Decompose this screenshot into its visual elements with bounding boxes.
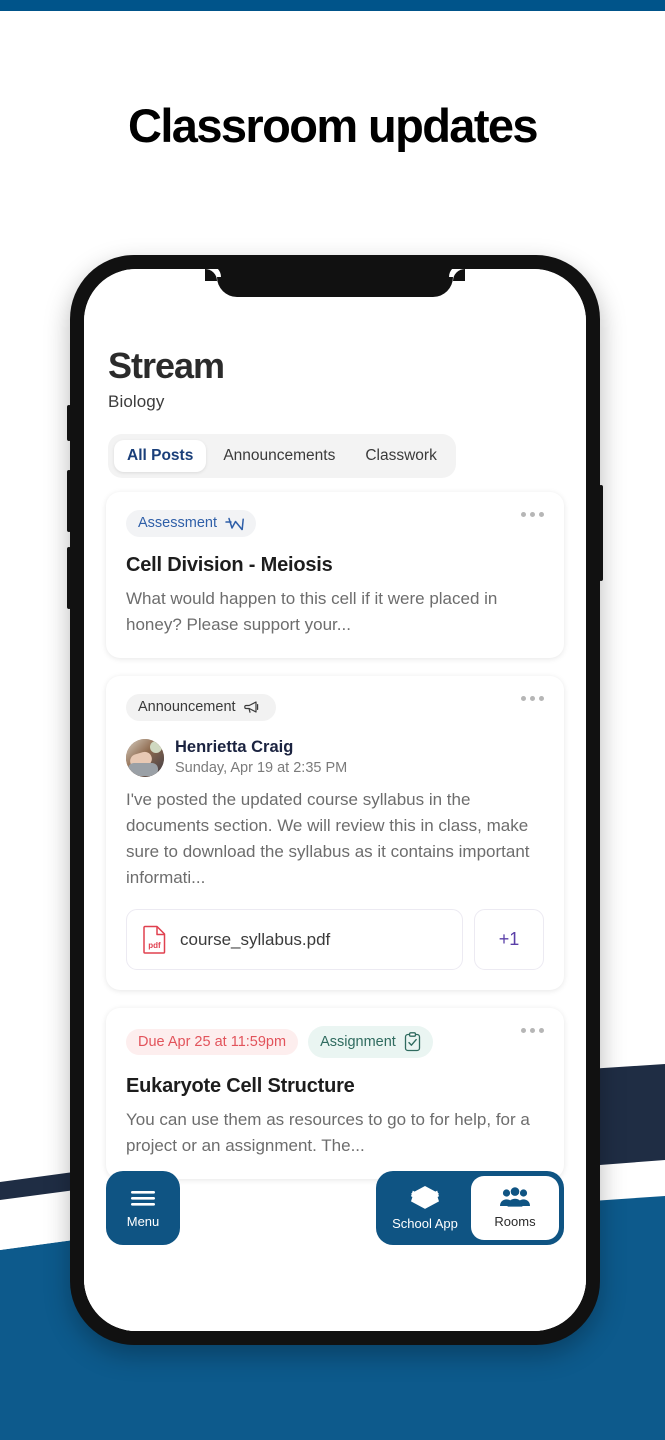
post-body: You can use them as resources to go to f… — [126, 1110, 530, 1155]
phone-silence-switch — [67, 405, 71, 441]
nav-label-school-app: School App — [392, 1216, 458, 1231]
nav-item-school-app[interactable]: School App — [381, 1176, 469, 1240]
post-body: What would happen to this cell if it wer… — [126, 589, 498, 634]
badge-label: Announcement — [138, 699, 236, 716]
attachment-filename: course_syllabus.pdf — [180, 929, 331, 949]
trend-chart-icon — [225, 516, 244, 531]
post-timestamp: Sunday, Apr 19 at 2:35 PM — [175, 760, 348, 776]
badge-assignment: Assignment — [308, 1026, 433, 1058]
tab-announcements[interactable]: Announcements — [210, 440, 348, 472]
phone-mockup: Stream Biology All Posts Announcements C… — [67, 255, 603, 1345]
badge-label: Assignment — [320, 1033, 396, 1050]
post-card-announcement[interactable]: Announcement Henrietta Craig Sunday, Apr… — [106, 676, 564, 990]
course-name: Biology — [108, 392, 165, 411]
avatar — [126, 738, 164, 777]
phone-volume-down-button — [67, 547, 71, 609]
clipboard-check-icon — [404, 1032, 421, 1052]
badge-announcement: Announcement — [126, 694, 276, 721]
tab-all-posts[interactable]: All Posts — [114, 440, 207, 472]
post-title: Eukaryote Cell Structure — [126, 1075, 355, 1097]
menu-button[interactable]: Menu — [106, 1171, 180, 1245]
post-body: I've posted the updated course syllabus … — [126, 790, 530, 887]
menu-button-label: Menu — [126, 1213, 160, 1229]
hamburger-menu-icon — [129, 1188, 157, 1208]
post-title: Cell Division - Meiosis — [126, 554, 333, 576]
megaphone-icon — [243, 700, 264, 715]
author-name: Henrietta Craig — [175, 738, 294, 756]
filter-tabs: All Posts Announcements Classwork — [108, 434, 456, 478]
author-text-block: Henrietta Craig Sunday, Apr 19 at 2:35 P… — [175, 737, 347, 778]
more-options-icon[interactable] — [521, 512, 544, 517]
post-badges: Announcement — [126, 694, 544, 721]
more-options-icon[interactable] — [521, 696, 544, 701]
attachment-row: pdf course_syllabus.pdf +1 — [126, 909, 544, 970]
nav-item-rooms[interactable]: Rooms — [471, 1176, 559, 1240]
more-options-icon[interactable] — [521, 1028, 544, 1033]
page-title: Classroom updates — [128, 99, 539, 152]
badge-label: Assessment — [138, 515, 217, 532]
phone-volume-up-button — [67, 470, 71, 532]
attachment-more-count[interactable]: +1 — [474, 909, 544, 970]
phone-notch — [205, 269, 465, 297]
phone-screen: Stream Biology All Posts Announcements C… — [84, 269, 586, 1331]
bottom-nav-group: School App Rooms — [376, 1171, 564, 1245]
top-accent-strip — [0, 0, 665, 11]
pdf-file-icon: pdf — [143, 925, 167, 954]
phone-power-button — [599, 485, 603, 581]
post-author: Henrietta Craig Sunday, Apr 19 at 2:35 P… — [126, 737, 544, 778]
post-badges: Assessment — [126, 510, 544, 537]
screen-title: Stream — [108, 345, 225, 386]
nav-label-rooms: Rooms — [494, 1214, 536, 1229]
post-card-assessment[interactable]: Assessment Cell Division - Meiosis What … — [106, 492, 564, 658]
screenshot-canvas: Classroom updates Stream Biology All Pos… — [0, 0, 665, 1440]
layers-stack-icon — [410, 1185, 440, 1211]
due-date-badge: Due Apr 25 at 11:59pm — [126, 1028, 299, 1056]
people-group-icon — [499, 1187, 531, 1209]
svg-text:pdf: pdf — [148, 941, 161, 950]
tab-classwork[interactable]: Classwork — [352, 440, 449, 472]
bottom-navigation-bar: Menu School App Rooms — [84, 1171, 586, 1245]
post-badges: Due Apr 25 at 11:59pm Assignment — [126, 1026, 544, 1058]
attachment-course-syllabus[interactable]: pdf course_syllabus.pdf — [126, 909, 463, 970]
app-viewport: Stream Biology All Posts Announcements C… — [84, 269, 586, 1331]
post-feed: Assessment Cell Division - Meiosis What … — [84, 492, 586, 1179]
post-card-assignment[interactable]: Due Apr 25 at 11:59pm Assignment Eukaryo… — [106, 1008, 564, 1179]
badge-assessment: Assessment — [126, 510, 256, 537]
